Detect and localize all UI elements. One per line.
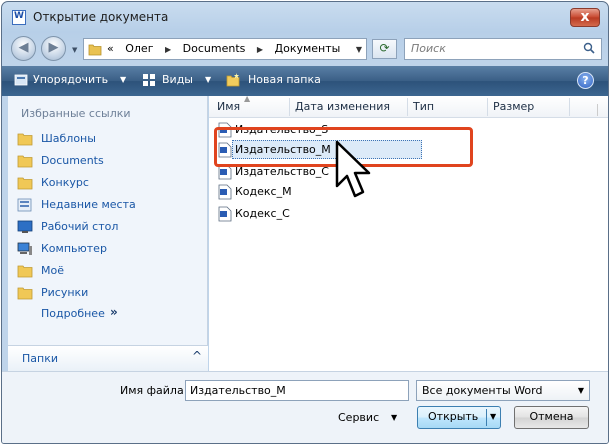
search-icon	[583, 42, 595, 54]
sidebar-item-label: Шаблоны	[41, 132, 96, 145]
column-divider	[569, 98, 570, 116]
sidebar-item-label: Рабочий стол	[41, 220, 119, 233]
favorites-title: Избранные ссылки	[21, 107, 131, 120]
filetype-select[interactable]: Все документы Word ▼	[416, 380, 590, 401]
folders-label: Папки	[22, 352, 58, 365]
sidebar-item-label: Рисунки	[41, 286, 89, 299]
file-list: ▲ Имя Дата изменения Тип Размер Издатель…	[209, 94, 608, 371]
open-dropdown-icon[interactable]: ▼	[490, 407, 496, 427]
column-name[interactable]: Имя	[217, 100, 240, 113]
chevron-down-icon: ▼	[577, 386, 584, 395]
sidebar-item-label: Моё	[41, 264, 64, 277]
folder-icon	[17, 133, 33, 146]
folder-icon	[17, 155, 33, 168]
new-folder-icon	[226, 73, 240, 87]
cancel-button[interactable]: Отмена	[514, 406, 589, 429]
sidebar-item-konkurs[interactable]: Конкурс	[17, 173, 205, 193]
sidebar-item-recent-places[interactable]: Недавние места	[17, 195, 205, 215]
close-icon: x	[580, 9, 590, 25]
search-input[interactable]: Поиск	[404, 38, 602, 60]
list-item[interactable]: Кодекс_С	[218, 204, 458, 224]
sidebar-item-label: Documents	[41, 154, 104, 167]
service-dropdown-icon[interactable]: ▼	[391, 413, 397, 422]
address-bar[interactable]: « Олег ▶ Documents ▶ Документы ▼	[83, 38, 367, 60]
help-icon: ?	[582, 74, 589, 87]
history-dropdown-icon[interactable]: ▼	[72, 46, 80, 54]
file-name: Кодекс_М	[235, 185, 292, 198]
refresh-button[interactable]: ⟳	[372, 39, 397, 59]
sidebar-item-documents[interactable]: Documents	[17, 151, 205, 171]
folder-icon	[17, 177, 33, 190]
folder-icon	[88, 44, 102, 56]
organize-icon	[14, 74, 28, 86]
views-icon	[143, 74, 155, 86]
sidebar-item-label: Конкурс	[41, 176, 89, 189]
sort-arrow-icon: ▲	[244, 94, 251, 103]
column-header: ▲ Имя Дата изменения Тип Размер	[209, 94, 608, 118]
computer-icon	[17, 242, 32, 255]
word-document-icon	[12, 10, 26, 25]
filename-field[interactable]: Издательство_М	[185, 380, 409, 401]
search-placeholder: Поиск	[411, 42, 446, 55]
column-divider	[487, 98, 488, 116]
sidebar-item-templates[interactable]: Шаблоны	[17, 129, 205, 149]
breadcrumb-oleg[interactable]: Олег	[125, 42, 153, 55]
folder-icon	[17, 287, 33, 300]
address-chevrons[interactable]: «	[107, 42, 114, 55]
breadcrumb-documents[interactable]: Documents	[183, 42, 246, 55]
desktop-icon	[17, 220, 33, 233]
column-type[interactable]: Тип	[413, 100, 434, 113]
views-menu[interactable]: Виды	[162, 73, 193, 86]
column-divider	[407, 98, 408, 116]
header-end	[597, 104, 598, 116]
sidebar-item-label: Компьютер	[41, 242, 107, 255]
back-button[interactable]: ◀	[11, 36, 36, 61]
views-dropdown-icon[interactable]: ▼	[205, 75, 211, 84]
double-chevron-icon[interactable]: »	[110, 305, 118, 319]
back-arrow-icon: ◀	[18, 40, 29, 55]
address-dropdown-icon[interactable]: ▼	[356, 45, 362, 54]
split-divider	[486, 409, 487, 426]
column-divider	[289, 98, 290, 116]
recent-places-icon	[17, 198, 32, 212]
close-button[interactable]: x	[570, 8, 600, 27]
organize-menu[interactable]: Упорядочить	[33, 73, 108, 86]
dialog-footer: Имя файла: Издательство_М Все документы …	[2, 371, 608, 443]
column-date-modified[interactable]: Дата изменения	[295, 100, 390, 113]
service-menu[interactable]: Сервис	[338, 411, 379, 424]
column-size[interactable]: Размер	[493, 100, 534, 113]
more-link[interactable]: Подробнее	[41, 307, 105, 320]
sidebar-item-moe[interactable]: Моё	[17, 261, 205, 281]
breadcrumb-separator-icon[interactable]: ▶	[257, 45, 263, 54]
filename-label: Имя файла:	[120, 384, 188, 397]
favorites-pane: Избранные ссылки Шаблоны Documents Конку…	[8, 96, 208, 371]
forward-button[interactable]: ▶	[41, 36, 66, 61]
sidebar-item-desktop[interactable]: Рабочий стол	[17, 217, 205, 237]
help-button[interactable]: ?	[577, 72, 594, 89]
word-document-icon	[218, 184, 232, 200]
breadcrumb-separator-icon[interactable]: ▶	[165, 45, 171, 54]
sidebar-item-computer[interactable]: Компьютер	[17, 239, 205, 259]
filetype-value: Все документы Word	[422, 384, 543, 397]
word-document-icon	[218, 206, 232, 222]
forward-arrow-icon: ▶	[48, 40, 59, 55]
open-label: Открыть	[428, 410, 479, 423]
folders-toggle[interactable]: Папки ^	[8, 345, 208, 371]
sidebar-item-label: Недавние места	[41, 198, 136, 211]
folder-icon	[17, 265, 33, 278]
filename-value: Издательство_М	[190, 384, 286, 397]
breadcrumb-dokumenty[interactable]: Документы	[275, 42, 341, 55]
chevron-up-icon: ^	[191, 349, 202, 363]
open-document-dialog: Открытие документа x ◀ ▶ ▼ « Олег ▶ Docu…	[1, 1, 609, 444]
open-button[interactable]: Открыть ▼	[417, 406, 501, 429]
refresh-icon: ⟳	[379, 41, 390, 55]
new-folder-button[interactable]: Новая папка	[248, 73, 321, 86]
sidebar-item-pictures[interactable]: Рисунки	[17, 283, 205, 303]
mouse-pointer-icon	[335, 140, 371, 198]
file-name: Кодекс_С	[235, 207, 290, 220]
window-title: Открытие документа	[33, 10, 169, 24]
title-bar: Открытие документа x	[2, 2, 608, 32]
toolbar: Упорядочить ▼ Виды ▼ Новая папка ?	[2, 66, 608, 96]
organize-dropdown-icon[interactable]: ▼	[120, 75, 126, 84]
